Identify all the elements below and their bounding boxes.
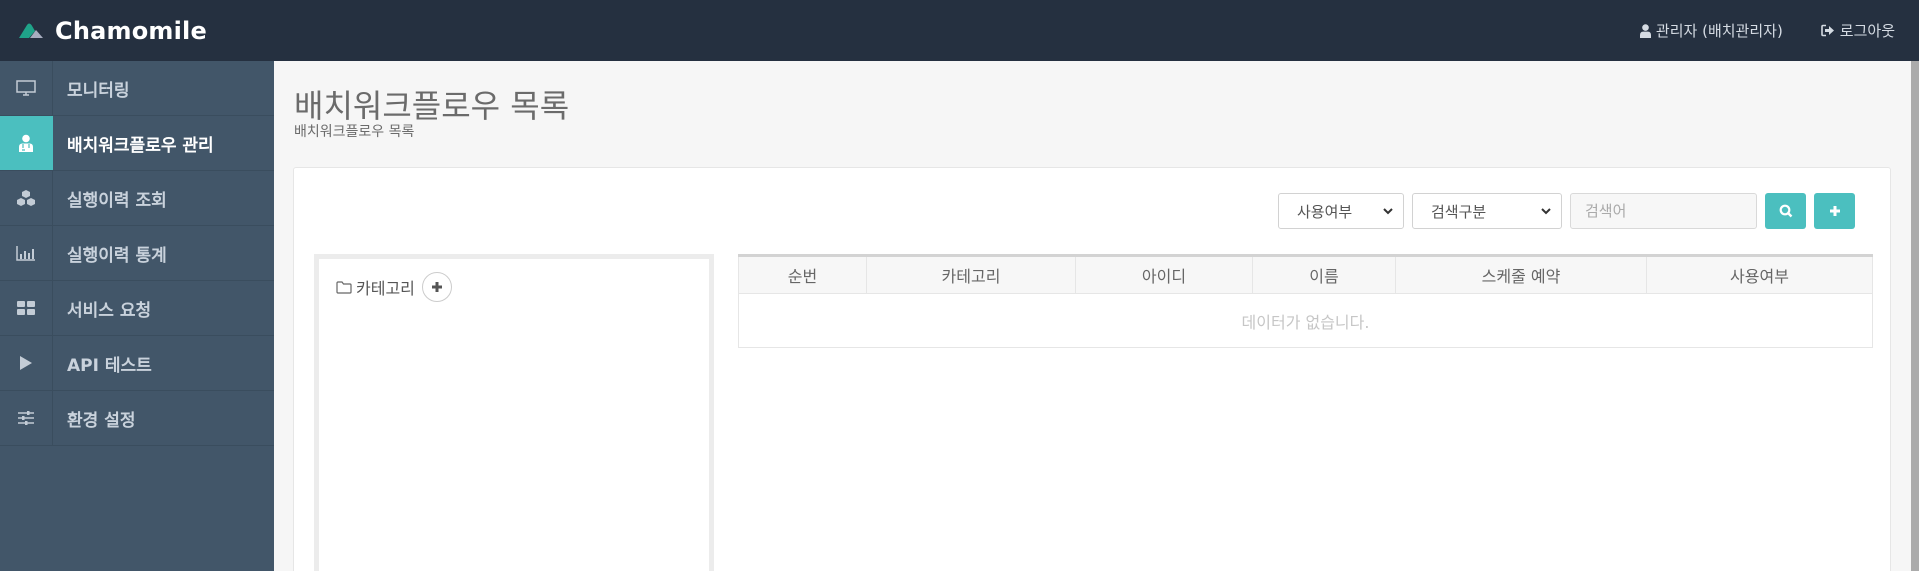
column-header-use-status[interactable]: 사용여부 (1646, 255, 1873, 294)
use-status-select[interactable]: 사용여부 (1278, 193, 1404, 229)
sidebar-item-service-request[interactable]: 서비스 요청 (0, 281, 274, 336)
cubes-icon (0, 171, 53, 225)
user-label: 관리자 (배치관리자) (1655, 22, 1783, 40)
category-label: 카테고리 (356, 279, 415, 298)
sidebar-item-api-test[interactable]: API 테스트 (0, 336, 274, 391)
logout-label: 로그아웃 (1839, 22, 1895, 40)
column-header-category[interactable]: 카테고리 (866, 255, 1076, 294)
search-icon (1779, 204, 1792, 218)
sidebar: 모니터링 배치워크플로우 관리 실행이력 조회 실행이력 통계 서비스 요청 A… (0, 61, 274, 571)
sidebar-item-execution-stats[interactable]: 실행이력 통계 (0, 226, 274, 281)
app-name: Chamomile (55, 16, 207, 45)
user-md-icon (0, 116, 53, 170)
sidebar-item-label: 모니터링 (67, 80, 130, 101)
category-root[interactable]: 카테고리 (336, 272, 452, 302)
chevron-down-icon (1383, 208, 1393, 215)
workflow-table-wrapper: 순번 카테고리 아이디 이름 스케줄 예약 사용여부 데이터가 없습니다. (738, 254, 1873, 348)
plus-icon (1829, 206, 1840, 216)
folder-open-icon (336, 280, 352, 294)
add-workflow-button[interactable] (1814, 193, 1855, 229)
th-large-icon (0, 281, 53, 335)
workflow-table: 순번 카테고리 아이디 이름 스케줄 예약 사용여부 데이터가 없습니다. (738, 254, 1873, 348)
search-type-select-value: 검색구분 (1431, 202, 1487, 221)
chamomile-logo-icon (19, 23, 43, 38)
column-header-seq[interactable]: 순번 (738, 255, 867, 294)
chevron-down-icon (1541, 208, 1551, 215)
sliders-icon (0, 391, 53, 445)
page-scrollbar[interactable] (1911, 61, 1919, 571)
sidebar-item-label: 서비스 요청 (67, 300, 152, 321)
sidebar-item-batch-workflow[interactable]: 배치워크플로우 관리 (0, 116, 274, 171)
top-navbar: Chamomile 관리자 (배치관리자) 로그아웃 (0, 0, 1919, 61)
column-header-schedule[interactable]: 스케줄 예약 (1395, 255, 1647, 294)
search-button[interactable] (1765, 193, 1806, 229)
search-input[interactable] (1570, 193, 1757, 229)
current-user-link[interactable]: 관리자 (배치관리자) (1639, 20, 1783, 41)
category-tree-panel: 카테고리 (314, 254, 714, 571)
sidebar-item-label: API 테스트 (67, 355, 152, 376)
play-icon (0, 336, 53, 390)
empty-message: 데이터가 없습니다. (738, 293, 1873, 348)
table-header-row: 순번 카테고리 아이디 이름 스케줄 예약 사용여부 (738, 255, 1873, 294)
empty-row: 데이터가 없습니다. (738, 293, 1873, 348)
sidebar-item-label: 배치워크플로우 관리 (67, 135, 214, 156)
brand[interactable]: Chamomile (17, 0, 207, 61)
search-toolbar: 사용여부 검색구분 (1278, 193, 1855, 229)
sidebar-item-label: 환경 설정 (67, 410, 136, 431)
column-header-name[interactable]: 이름 (1252, 255, 1396, 294)
sidebar-item-monitoring[interactable]: 모니터링 (0, 61, 274, 116)
sidebar-item-label: 실행이력 조회 (67, 190, 167, 211)
use-status-select-value: 사용여부 (1297, 202, 1353, 221)
sign-out-icon (1820, 24, 1834, 37)
search-type-select[interactable]: 검색구분 (1412, 193, 1562, 229)
logout-link[interactable]: 로그아웃 (1820, 20, 1895, 41)
user-icon (1639, 23, 1651, 38)
monitor-icon (0, 61, 53, 115)
add-category-button[interactable] (421, 272, 452, 302)
main-content: 배치워크플로우 목록 배치워크플로우 목록 사용여부 검색구분 카테고리 (274, 61, 1911, 571)
column-header-id[interactable]: 아이디 (1075, 255, 1253, 294)
sidebar-item-label: 실행이력 통계 (67, 245, 167, 266)
bar-chart-icon (0, 226, 53, 280)
workflow-list-card: 사용여부 검색구분 카테고리 (293, 167, 1891, 571)
plus-icon (431, 282, 442, 292)
page-subtitle: 배치워크플로우 목록 (294, 124, 415, 140)
sidebar-item-settings[interactable]: 환경 설정 (0, 391, 274, 446)
sidebar-item-execution-history[interactable]: 실행이력 조회 (0, 171, 274, 226)
